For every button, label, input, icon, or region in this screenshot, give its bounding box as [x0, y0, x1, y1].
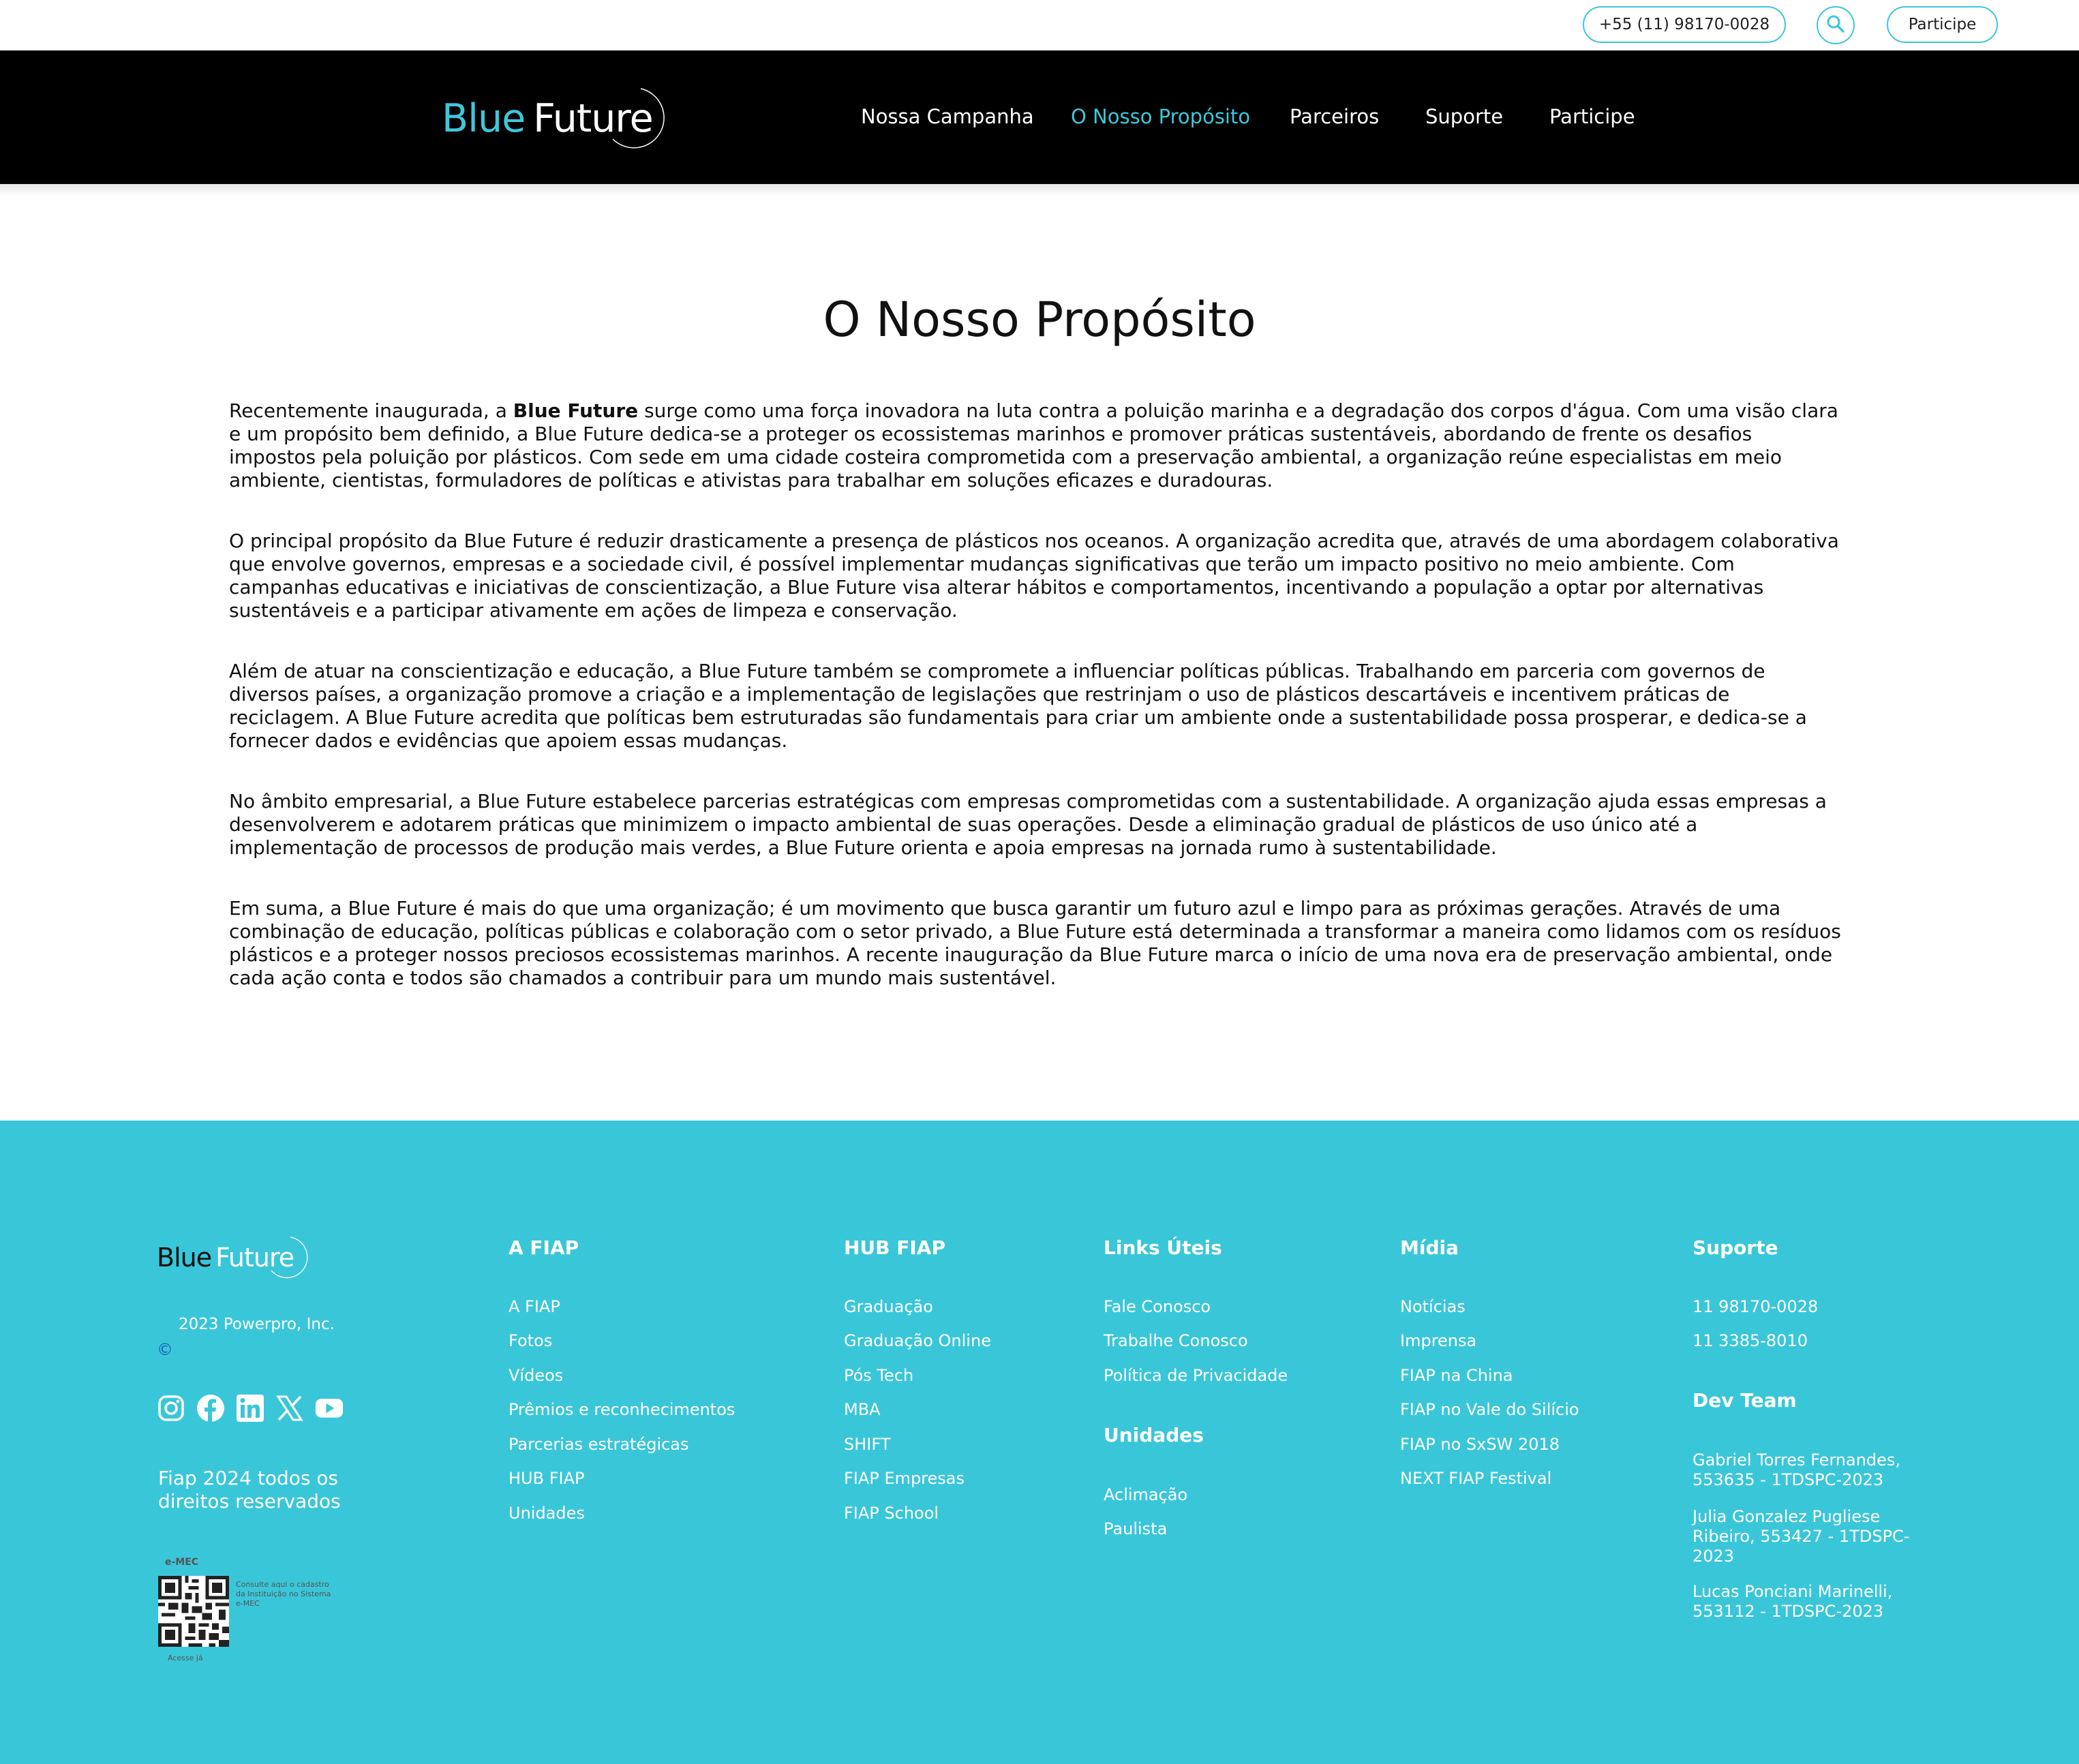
footer-heading-hub: HUB FIAP: [844, 1236, 945, 1259]
footer-link[interactable]: Prêmios e reconhecimentos: [509, 1400, 735, 1419]
footer-link[interactable]: FIAP no SxSW 2018: [1400, 1435, 1560, 1454]
dev-team-member: Gabriel Torres Fernandes, 553635 - 1TDSP…: [1693, 1450, 1901, 1489]
footer-link[interactable]: Trabalhe Conosco: [1104, 1331, 1248, 1350]
dev-team-member: Lucas Ponciani Marinelli, 553112 - 1TDSP…: [1693, 1582, 1893, 1621]
footer-link[interactable]: Política de Privacidade: [1104, 1366, 1288, 1385]
footer-link[interactable]: FIAP no Vale do Silício: [1400, 1400, 1579, 1419]
brand-logo[interactable]: Blue Future: [442, 86, 680, 151]
footer-link[interactable]: Graduação: [844, 1297, 933, 1316]
social-links: [157, 1394, 344, 1423]
footer: Blue Future 2023 Powerpro, Inc. © Fiap 2…: [0, 1121, 2079, 1764]
footer-logo-arc: [271, 1236, 308, 1279]
nav-o-nosso-proposito[interactable]: O Nosso Propósito: [1071, 105, 1250, 128]
paragraph-1: Recentemente inaugurada, a Blue Future s…: [229, 399, 1838, 491]
paragraph-2: O principal propósito da Blue Future é r…: [229, 530, 1839, 622]
footer-link[interactable]: MBA: [844, 1400, 881, 1419]
x-icon[interactable]: [275, 1394, 304, 1423]
footer-heading-midia: Mídia: [1400, 1236, 1459, 1259]
dev-team-member: Julia Gonzalez Pugliese Ribeiro, 553427 …: [1693, 1507, 1910, 1566]
phone-button[interactable]: +55 (11) 98170-0028: [1583, 6, 1786, 43]
article-body: Recentemente inaugurada, a Blue Future s…: [229, 399, 1845, 1027]
brand-logo-blue: Blue: [442, 96, 526, 141]
footer-link[interactable]: Fale Conosco: [1104, 1297, 1211, 1316]
instagram-icon[interactable]: [157, 1394, 185, 1423]
nav-suporte[interactable]: Suporte: [1425, 105, 1503, 128]
footer-logo[interactable]: Blue Future: [157, 1234, 320, 1281]
paragraph-5: Em suma, a Blue Future é mais do que uma…: [229, 897, 1841, 989]
search-icon: [1825, 14, 1846, 37]
footer-heading-dev-team: Dev Team: [1693, 1389, 1797, 1412]
footer-link[interactable]: NEXT FIAP Festival: [1400, 1469, 1551, 1488]
footer-heading-suporte: Suporte: [1693, 1236, 1778, 1259]
facebook-icon[interactable]: [196, 1394, 225, 1423]
rights-text: Fiap 2024 todos os direitos reservados: [158, 1467, 341, 1512]
footer-link[interactable]: Aclimação: [1104, 1485, 1187, 1504]
page-title: O Nosso Propósito: [823, 292, 1256, 348]
footer-link[interactable]: Vídeos: [509, 1366, 563, 1385]
footer-phone-link[interactable]: 11 98170-0028: [1693, 1297, 1818, 1316]
emec-access-link[interactable]: Acesse já: [168, 1654, 203, 1662]
footer-link[interactable]: FIAP na China: [1400, 1366, 1513, 1385]
footer-link[interactable]: Notícias: [1400, 1297, 1466, 1316]
footer-link[interactable]: FIAP School: [844, 1504, 939, 1523]
brand-name-bold: Blue Future: [513, 399, 639, 422]
nav-nossa-campanha[interactable]: Nossa Campanha: [861, 105, 1034, 128]
brand-logo-arc: [612, 88, 665, 149]
footer-link[interactable]: Paulista: [1104, 1519, 1167, 1538]
footer-heading-unidades: Unidades: [1104, 1424, 1204, 1446]
footer-link[interactable]: Graduação Online: [844, 1331, 991, 1350]
nav-participe[interactable]: Participe: [1549, 105, 1635, 128]
paragraph-4: No âmbito empresarial, a Blue Future est…: [229, 790, 1827, 859]
footer-link[interactable]: Unidades: [509, 1504, 585, 1523]
footer-logo-blue: Blue: [157, 1243, 212, 1273]
search-button[interactable]: [1817, 6, 1855, 44]
paragraph-3: Além de atuar na conscientização e educa…: [229, 660, 1807, 752]
footer-phone-link[interactable]: 11 3385-8010: [1693, 1331, 1808, 1350]
emec-seal[interactable]: e-MEC Consulte aqui o cadastro da Instit…: [158, 1557, 335, 1679]
footer-link[interactable]: HUB FIAP: [509, 1469, 584, 1488]
nav-shadow: [0, 184, 2079, 196]
linkedin-icon[interactable]: [236, 1394, 264, 1423]
footer-link[interactable]: Imprensa: [1400, 1331, 1476, 1350]
emec-note: Consulte aqui o cadastro da Instituição …: [236, 1580, 331, 1608]
footer-link[interactable]: Parcerias estratégicas: [509, 1435, 689, 1454]
footer-link[interactable]: Pós Tech: [844, 1366, 913, 1385]
footer-link[interactable]: Fotos: [509, 1331, 552, 1350]
nav-parceiros[interactable]: Parceiros: [1290, 105, 1379, 128]
main-navbar: Blue Future Nossa Campanha O Nosso Propó…: [0, 50, 2079, 184]
footer-link[interactable]: SHIFT: [844, 1435, 890, 1454]
participe-top-button[interactable]: Participe: [1887, 6, 1998, 43]
copyright-text: 2023 Powerpro, Inc.: [179, 1316, 335, 1333]
youtube-icon[interactable]: [315, 1394, 344, 1423]
footer-heading-links: Links Úteis: [1104, 1236, 1222, 1259]
emec-label: e-MEC: [165, 1557, 199, 1568]
footer-link[interactable]: FIAP Empresas: [844, 1469, 965, 1488]
footer-heading-fiap: A FIAP: [509, 1236, 579, 1259]
qr-code-icon: [158, 1576, 229, 1647]
top-utility-bar: +55 (11) 98170-0028 Participe: [0, 0, 2079, 50]
footer-link[interactable]: A FIAP: [509, 1297, 560, 1316]
copyright-icon: ©: [157, 1340, 173, 1359]
